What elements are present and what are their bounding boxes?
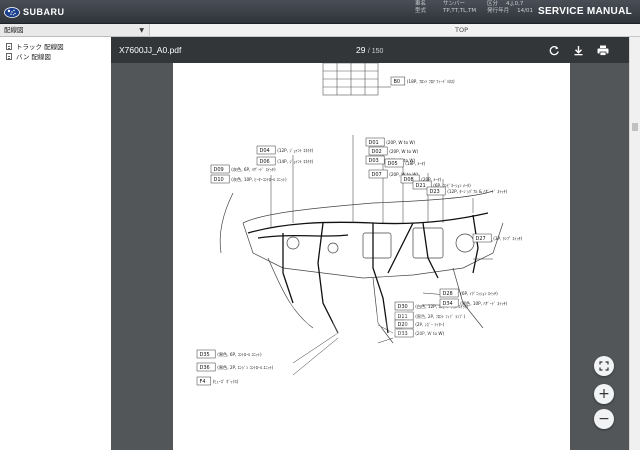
connector-description: (20P, W to W): [389, 149, 418, 154]
connector-code: B0: [394, 79, 401, 85]
connector-code: D04: [260, 148, 270, 154]
connector-callout: D23 (12P, ﾀｰﾝ ｼｸﾞﾅﾙ & ﾊｻﾞｰﾄﾞ ｽｲｯﾁ): [426, 186, 508, 196]
scrollbar[interactable]: [629, 37, 640, 450]
connector-description: (18P, ﾒｰﾀ): [405, 161, 425, 167]
connector-description: (14P, ｼﾞｮｲﾝﾄ ｺﾈｸﾀ): [277, 159, 313, 165]
connector-description: (ﾋｭｰｽﾞ ﾎﾞｯｸｽ): [213, 379, 239, 385]
connector-callout: D05 (18P, ﾒｰﾀ): [384, 158, 426, 168]
connector-code: D02: [372, 149, 382, 155]
wiring-diagram: B0 (18P, ﾌﾛﾝﾄ ﾌﾛｱ ﾌｨｰﾄﾞﾊﾈｽ) D01 (20P, W to …: [196, 62, 523, 386]
meta-key: 発行年月: [487, 8, 510, 14]
connector-description: (18P, ﾌﾛﾝﾄ ﾌﾛｱ ﾌｨｰﾄﾞﾊﾈｽ): [407, 79, 455, 85]
download-icon[interactable]: [571, 43, 585, 57]
connector-code: D08: [404, 177, 414, 183]
zoom-out-icon: −: [598, 411, 610, 427]
connector-callout: D35 (黒色, 6P, ｺﾝﾄﾛｰﾙ ﾕﾆｯﾄ): [196, 349, 262, 359]
print-icon[interactable]: [596, 43, 610, 57]
connector-description: (12P, ｼﾞｮｲﾝﾄ ｺﾈｸﾀ): [277, 148, 313, 154]
meta-value: 4,J,0,7: [506, 1, 524, 7]
connector-description: (12P, ﾀｰﾝ ｼｸﾞﾅﾙ & ﾊｻﾞｰﾄﾞ ｽｲｯﾁ): [447, 189, 507, 195]
fit-icon: [599, 361, 609, 371]
connector-callout: F4 (ﾋｭｰｽﾞ ﾎﾞｯｸｽ): [196, 376, 239, 386]
connector-code: D10: [214, 177, 224, 183]
manual-meta: 車名 サンバー 区分 4,J,0,7 型式 TP,TT,TL,TM 発行年月 14/01: [415, 1, 533, 15]
top-ribbon: TOP: [150, 24, 640, 37]
pdf-viewer: X7600JJ_A0.pdf 29 / 150 B0 (18P, ﾌﾛﾝﾄ ﾌﾛ…: [111, 37, 629, 450]
top-link[interactable]: TOP: [455, 26, 468, 34]
category-select-value: 配線図: [4, 26, 24, 34]
connector-callout: D36 (黒色, 2P, ｴﾝｼﾞﾝ ｺﾝﾄﾛｰﾙ ﾕﾆｯﾄ): [196, 362, 274, 372]
fuse-block: [322, 62, 391, 96]
document-icon: [6, 42, 12, 50]
app-window: SUBARU 車名 サンバー 区分 4,J,0,7 型式 TP,TT,TL,TM 発行…: [0, 0, 640, 450]
connector-code: D36: [200, 365, 210, 371]
chevron-down-icon: ▼: [139, 27, 144, 34]
connector-code: D03: [369, 158, 379, 164]
connector-callout: D27 (3P, ﾗﾝﾌﾟ ｽｲｯﾁ): [472, 233, 523, 243]
connector-code: D23: [430, 189, 440, 195]
header-bar: SUBARU 車名 サンバー 区分 4,J,0,7 型式 TP,TT,TL,TM 発行…: [0, 0, 640, 24]
connector-description: (黒色, 2P, ｴﾝｼﾞﾝ ｺﾝﾄﾛｰﾙ ﾕﾆｯﾄ): [217, 364, 274, 371]
subaru-stars-icon: [4, 6, 20, 18]
meta-key: 車名: [415, 1, 427, 7]
connector-description: (20P, W to W): [386, 140, 415, 145]
connector-callout: D01 (20P, W to W): [365, 137, 415, 147]
connector-code: D27: [476, 236, 486, 242]
connector-code: D07: [372, 172, 382, 178]
zoom-in-icon: +: [598, 386, 610, 402]
connector-description: (黒色, 6P, ｺﾝﾄﾛｰﾙ ﾕﾆｯﾄ): [217, 351, 262, 358]
page-total: 150: [371, 48, 384, 55]
meta-value: TP,TT,TL,TM: [443, 8, 477, 14]
connector-code: D05: [388, 161, 398, 167]
page-indicator: 29 / 150: [356, 45, 384, 55]
pdf-page: B0 (18P, ﾌﾛﾝﾄ ﾌﾛｱ ﾌｨｰﾄﾞﾊﾈｽ) D01 (20P, W to …: [173, 62, 570, 450]
connector-code: D09: [214, 167, 224, 173]
manual-title: SERVICE MANUAL: [537, 6, 632, 17]
tree-item-label: バン 配線図: [16, 53, 51, 61]
connector-code: D21: [416, 183, 426, 189]
document-icon: [6, 52, 12, 60]
meta-key: 型式: [415, 8, 427, 14]
connector-code: D35: [200, 352, 210, 358]
watermark: Farpost.ru: [270, 295, 538, 346]
meta-value: 14/01: [517, 8, 533, 14]
connector-callout: B0 (18P, ﾌﾛﾝﾄ ﾌﾛｱ ﾌｨｰﾄﾞﾊﾈｽ): [390, 76, 455, 86]
page-current[interactable]: 29: [356, 45, 365, 55]
connector-callout: D02 (20P, W to W): [368, 146, 418, 156]
pdf-toolbar: X7600JJ_A0.pdf 29 / 150: [111, 37, 629, 63]
fit-page-button[interactable]: [594, 356, 614, 376]
connector-callout: D09 (灰色, 6P, ﾊｻﾞｰﾄﾞ ｽｲｯﾁ): [210, 164, 276, 174]
connector-description: (灰色, 6P, ﾊｻﾞｰﾄﾞ ｽｲｯﾁ): [231, 166, 276, 173]
connector-code: F4: [200, 379, 206, 385]
connector-code: D06: [260, 159, 270, 165]
zoom-in-button[interactable]: +: [594, 384, 614, 404]
subaru-logo: SUBARU: [4, 5, 65, 19]
tree-item-label: トラック 配線図: [16, 43, 64, 51]
connector-description: (灰色, 10P, ﾋｰﾀｰｺﾝﾄﾛｰﾙ ﾕﾆｯﾄ): [231, 176, 287, 183]
connector-code: D01: [369, 140, 379, 146]
brand-name: SUBARU: [23, 7, 65, 17]
pdf-file-name: X7600JJ_A0.pdf: [119, 45, 182, 55]
connector-description: (3P, ﾗﾝﾌﾟ ｽｲｯﾁ): [493, 235, 523, 242]
zoom-out-button[interactable]: −: [594, 409, 614, 429]
meta-key: 区分: [487, 1, 499, 7]
category-select[interactable]: 配線図 ▼: [0, 24, 149, 37]
scrollbar-thumb[interactable]: [632, 123, 638, 131]
meta-value: サンバー: [443, 1, 466, 7]
connector-callout: D06 (14P, ｼﾞｮｲﾝﾄ ｺﾈｸﾀ): [256, 156, 314, 166]
connector-callout: D10 (灰色, 10P, ﾋｰﾀｰｺﾝﾄﾛｰﾙ ﾕﾆｯﾄ): [210, 174, 287, 184]
rotate-icon[interactable]: [547, 43, 561, 57]
connector-callout: D04 (12P, ｼﾞｮｲﾝﾄ ｺﾈｸﾀ): [256, 145, 314, 155]
